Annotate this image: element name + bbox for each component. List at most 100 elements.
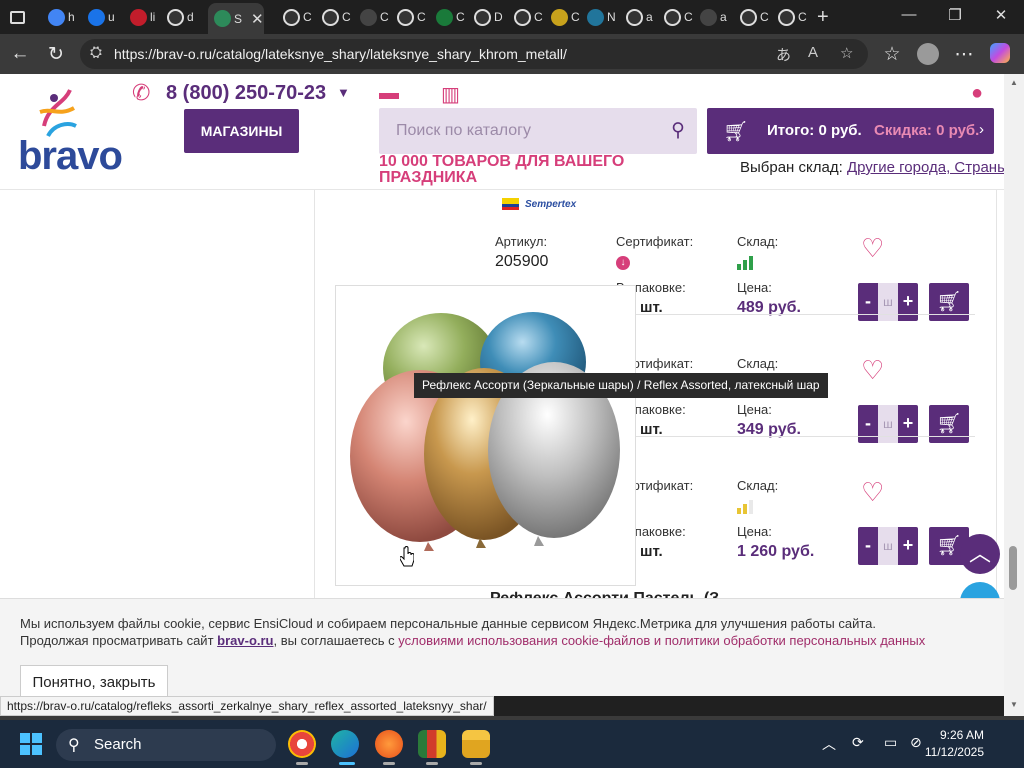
browser-tab[interactable]: N <box>587 4 616 30</box>
warehouse-label: Выбран склад: <box>740 159 843 176</box>
favorite-star-icon[interactable]: ☆ <box>840 44 853 62</box>
address-bar[interactable]: ⛭ https://brav-o.ru/catalog/lateksnye_sh… <box>80 39 868 69</box>
browser-toolbar: ← ↻ ⛭ https://brav-o.ru/catalog/lateksny… <box>0 34 1024 74</box>
card-icon[interactable]: ▬ <box>379 82 399 105</box>
taskbar: ⚲ Search ︿ ⟳ ▭ ⊘ 9:26 AM 11/12/2025 <box>0 720 1024 768</box>
sublime-app-icon[interactable] <box>375 730 403 758</box>
page-scrollbar[interactable]: ▲ ▼ <box>1004 74 1024 716</box>
show-hidden-icons-icon[interactable]: ︿ <box>822 734 836 754</box>
favorite-heart-icon[interactable]: ♡ <box>861 477 884 508</box>
favorite-heart-icon[interactable]: ♡ <box>861 355 884 386</box>
quantity-stepper[interactable]: - ш + <box>858 527 918 565</box>
taskbar-search[interactable]: ⚲ Search <box>56 729 276 761</box>
system-clock[interactable]: 9:26 AM 11/12/2025 <box>918 727 984 761</box>
browser-tab[interactable]: C <box>514 4 543 30</box>
browser-tab[interactable]: C <box>778 4 807 30</box>
catalog-book-icon[interactable]: ▥ <box>441 82 460 107</box>
browser-tab[interactable]: a <box>626 4 653 30</box>
quantity-input[interactable]: ш <box>878 283 898 321</box>
minimize-button[interactable]: — <box>897 6 921 23</box>
search-icon[interactable]: ⚲ <box>671 119 685 142</box>
minus-button[interactable]: - <box>858 413 878 434</box>
settings-menu-button[interactable]: ⋯ <box>952 43 976 66</box>
user-icon[interactable]: ● <box>971 82 983 105</box>
minus-button[interactable]: - <box>858 291 878 312</box>
browser-tab[interactable]: C <box>551 4 580 30</box>
cookie-brand-link[interactable]: brav-o.ru <box>217 633 273 648</box>
bravo-logo[interactable]: bravo <box>18 134 123 179</box>
translate-icon[interactable]: あ <box>776 44 791 65</box>
browser-tab[interactable]: d <box>167 4 194 30</box>
display-icon[interactable]: ▭ <box>884 734 897 751</box>
browser-tab[interactable]: C <box>283 4 312 30</box>
close-window-button[interactable]: ✕ <box>989 6 1013 24</box>
certificate-download-icon[interactable]: ↓ <box>616 256 630 270</box>
browser-tab[interactable]: C <box>397 4 426 30</box>
plus-button[interactable]: + <box>898 535 918 556</box>
profile-button[interactable] <box>916 43 940 71</box>
quantity-stepper[interactable]: - ш + <box>858 283 918 321</box>
edge-app-icon[interactable] <box>331 730 359 758</box>
browser-tab[interactable]: a <box>700 4 727 30</box>
favorites-button[interactable]: ☆ <box>880 43 904 66</box>
scroll-thumb[interactable] <box>1009 546 1017 590</box>
puzzle-icon <box>360 8 377 26</box>
sync-status-icon[interactable]: ⟳ <box>852 734 864 751</box>
new-tab-button[interactable]: + <box>817 4 829 30</box>
reload-icon: ↻ <box>48 44 64 65</box>
shops-button[interactable]: МАГАЗИНЫ <box>184 109 299 153</box>
scroll-down-arrow-icon[interactable]: ▼ <box>1010 700 1018 709</box>
browser-tab[interactable]: h <box>48 4 75 30</box>
browser-tab[interactable]: li <box>130 4 155 30</box>
chrome-app-icon[interactable] <box>288 730 316 758</box>
tab-title: D <box>494 10 503 24</box>
browser-tab[interactable]: S ✕ <box>208 3 264 34</box>
tab-actions-icon <box>10 10 25 24</box>
back-button[interactable]: ← <box>8 43 32 65</box>
favorite-heart-icon[interactable]: ♡ <box>861 233 884 264</box>
plus-button[interactable]: + <box>898 413 918 434</box>
quantity-input[interactable]: ш <box>878 527 898 565</box>
maximize-button[interactable]: ❐ <box>943 6 967 24</box>
scroll-up-arrow-icon[interactable]: ▲ <box>1010 78 1018 87</box>
browser-tab[interactable]: u <box>88 4 115 30</box>
browser-tab[interactable]: C <box>664 4 693 30</box>
winrar-running-indicator <box>426 762 438 765</box>
url-text[interactable]: https://brav-o.ru/catalog/lateksnye_shar… <box>114 46 567 62</box>
site-info-icon[interactable]: ⛭ <box>90 44 102 61</box>
tab-strip: h u li d S ✕ C C C C C D C C Na Ca C C + — ❐ ✕ <box>0 0 1024 34</box>
phone-number[interactable]: 8 (800) 250-70-23 <box>166 82 326 105</box>
add-to-cart-button[interactable]: 🛒︎ <box>929 405 969 443</box>
next-product-title[interactable]: Рефлекс Ассорти Пастель (З <box>490 590 719 598</box>
quantity-stepper[interactable]: - ш + <box>858 405 918 443</box>
globe-icon <box>397 8 414 26</box>
browser-tab[interactable]: C <box>436 4 465 30</box>
read-aloud-icon[interactable]: A <box>808 44 818 61</box>
file-explorer-icon[interactable] <box>462 730 490 758</box>
cookie-policy-link[interactable]: условиями использования cookie-файлов и … <box>398 633 925 648</box>
browser-tab[interactable]: C <box>322 4 351 30</box>
add-to-cart-button[interactable]: 🛒︎ <box>929 283 969 321</box>
cart-summary[interactable]: 🛒︎ Итого: 0 руб. Скидка: 0 руб. › <box>707 108 994 154</box>
browser-tab[interactable]: C <box>360 4 389 30</box>
globe-icon <box>283 8 300 26</box>
catalog-search[interactable]: Поиск по каталогу ⚲ <box>379 108 697 154</box>
scroll-to-top-button[interactable]: ︿ <box>960 534 1000 574</box>
reload-button[interactable]: ↻ <box>44 43 68 66</box>
globe-icon <box>514 8 531 26</box>
minus-button[interactable]: - <box>858 535 878 556</box>
copilot-button[interactable] <box>988 43 1012 69</box>
tab-actions-button[interactable] <box>10 4 25 30</box>
warehouse-link[interactable]: Другие города, Страны <box>847 159 1008 176</box>
browser-tab[interactable]: D <box>474 4 503 30</box>
winrar-app-icon[interactable] <box>418 730 446 758</box>
search-input[interactable]: Поиск по каталогу <box>396 122 531 140</box>
slogan: 10 000 ТОВАРОВ ДЛЯ ВАШЕГО ПРАЗДНИКА <box>379 153 625 186</box>
plus-button[interactable]: + <box>898 291 918 312</box>
chevron-down-icon[interactable]: ▼ <box>337 85 350 100</box>
windows-start-icon[interactable] <box>20 733 42 755</box>
browser-tab[interactable]: C <box>740 4 769 30</box>
close-tab-icon[interactable]: ✕ <box>251 10 264 28</box>
quantity-input[interactable]: ш <box>878 405 898 443</box>
product-preview-popup[interactable] <box>335 285 636 586</box>
